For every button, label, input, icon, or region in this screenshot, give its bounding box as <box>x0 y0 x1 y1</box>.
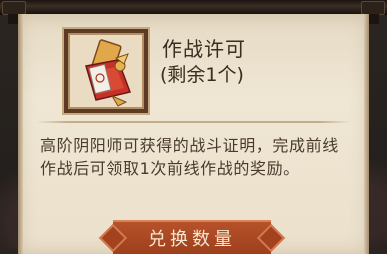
section-divider <box>36 121 351 123</box>
scroll-right-stub <box>369 14 379 24</box>
item-icon-frame <box>64 29 148 113</box>
panel-right-edge <box>364 14 369 254</box>
battle-permit-scroll-icon <box>85 39 132 107</box>
item-remaining-count: (剩余1个) <box>160 64 244 86</box>
item-description: 高阶阴阳师可获得的战斗证明，完成前线作战后可领取1次前线作战的奖励。 <box>40 136 339 178</box>
scroll-top-rod <box>0 0 387 15</box>
item-name: 作战许可 <box>162 37 246 61</box>
panel-left-edge <box>18 14 23 254</box>
scroll-left-stub <box>8 14 18 24</box>
exchange-quantity-label: 兑换数量 <box>148 229 236 250</box>
